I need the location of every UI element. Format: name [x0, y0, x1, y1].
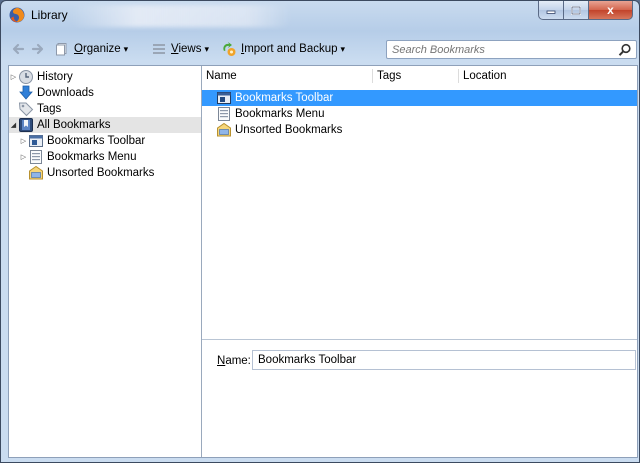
list-item-bookmarks-toolbar[interactable]: Bookmarks Toolbar [202, 90, 637, 106]
column-header-location[interactable]: Location [459, 66, 637, 86]
list-item-label: Unsorted Bookmarks [235, 124, 343, 136]
list-item-bookmarks-menu[interactable]: Bookmarks Menu [202, 106, 637, 122]
bookmarks-toolbar-icon [217, 92, 231, 104]
minimize-button[interactable] [538, 1, 564, 20]
name-field-label: Name: [217, 355, 251, 367]
all-bookmarks-icon [19, 118, 33, 132]
list-item-unsorted-bookmarks[interactable]: Unsorted Bookmarks [202, 122, 637, 138]
sidebar-item-label: Downloads [37, 87, 94, 99]
close-icon: x [607, 3, 614, 17]
chevron-down-icon: ▾ [123, 43, 129, 54]
sidebar-item-tags[interactable]: Tags [9, 101, 61, 117]
sidebar-item-label: Bookmarks Toolbar [47, 135, 146, 147]
organize-label: Organize [74, 43, 121, 55]
history-clock-icon [19, 70, 33, 84]
expander-collapsed-icon[interactable]: ▷ [19, 133, 28, 149]
organize-menu-button[interactable]: Organize ▾ [55, 40, 128, 58]
sidebar-item-history[interactable]: ▷ History [9, 69, 73, 85]
views-list-icon [153, 44, 165, 54]
title-bar-background-blur [71, 5, 291, 27]
bookmarks-toolbar-icon [29, 135, 43, 147]
import-backup-icon [223, 42, 236, 56]
expander-expanded-icon[interactable]: ◢ [9, 117, 18, 133]
chevron-down-icon: ▾ [204, 43, 210, 54]
window-title: Library [31, 8, 68, 22]
column-header-name[interactable]: Name [202, 66, 372, 86]
forward-arrow-icon[interactable] [31, 42, 45, 56]
bookmarks-list-pane: Name Tags Location Bookmarks Toolbar Boo… [202, 66, 637, 457]
column-header-tags[interactable]: Tags [373, 66, 458, 86]
unsorted-bookmarks-icon [29, 165, 43, 180]
bookmarks-menu-icon [30, 150, 42, 164]
expander-collapsed-icon[interactable]: ▷ [9, 69, 18, 85]
sidebar-item-bookmarks-toolbar[interactable]: ▷ Bookmarks Toolbar [19, 133, 145, 149]
import-backup-menu-button[interactable]: Import and Backup ▾ [221, 40, 345, 58]
views-menu-button[interactable]: Views ▾ [152, 40, 209, 58]
sidebar-item-bookmarks-menu[interactable]: ▷ Bookmarks Menu [19, 149, 136, 165]
maximize-button[interactable] [564, 1, 589, 20]
close-button[interactable]: x [589, 1, 633, 20]
organize-icon [56, 43, 67, 56]
tag-icon [18, 102, 34, 117]
firefox-logo-icon [9, 7, 25, 23]
chevron-down-icon: ▾ [340, 43, 346, 54]
search-icon[interactable] [618, 43, 632, 57]
maximize-icon [571, 5, 581, 15]
sidebar-item-downloads[interactable]: Downloads [9, 85, 94, 101]
window-controls: x [538, 1, 633, 20]
import-backup-label: Import and Backup [241, 43, 338, 55]
minimize-icon [546, 10, 556, 14]
bookmarks-menu-icon [218, 107, 230, 121]
name-field[interactable] [252, 350, 636, 370]
list-item-label: Bookmarks Menu [235, 108, 325, 120]
sidebar-item-label: Unsorted Bookmarks [47, 167, 155, 179]
title-bar[interactable]: Library x [1, 1, 639, 31]
download-arrow-icon [19, 85, 33, 100]
sidebar-item-unsorted-bookmarks[interactable]: Unsorted Bookmarks [28, 165, 154, 181]
views-label: Views [171, 43, 202, 55]
unsorted-bookmarks-icon [217, 122, 231, 137]
library-content: ▷ History Downloads Tags ◢ All Bookmarks… [8, 65, 638, 458]
details-pane: Name: [202, 340, 637, 457]
back-arrow-icon[interactable] [11, 42, 25, 56]
sidebar-item-label: Bookmarks Menu [47, 151, 137, 163]
sidebar-tree[interactable]: ▷ History Downloads Tags ◢ All Bookmarks… [9, 66, 202, 457]
search-box[interactable] [386, 40, 637, 59]
list-item-label: Bookmarks Toolbar [235, 92, 334, 104]
sidebar-item-label: All Bookmarks [37, 119, 111, 131]
library-window: Library x Organize ▾ Views ▾ Import and … [0, 0, 640, 463]
sidebar-item-label: Tags [37, 103, 62, 115]
expander-collapsed-icon[interactable]: ▷ [19, 149, 28, 165]
sidebar-item-all-bookmarks[interactable]: ◢ All Bookmarks [9, 117, 201, 133]
search-input[interactable] [392, 43, 602, 57]
sidebar-item-label: History [37, 71, 73, 83]
